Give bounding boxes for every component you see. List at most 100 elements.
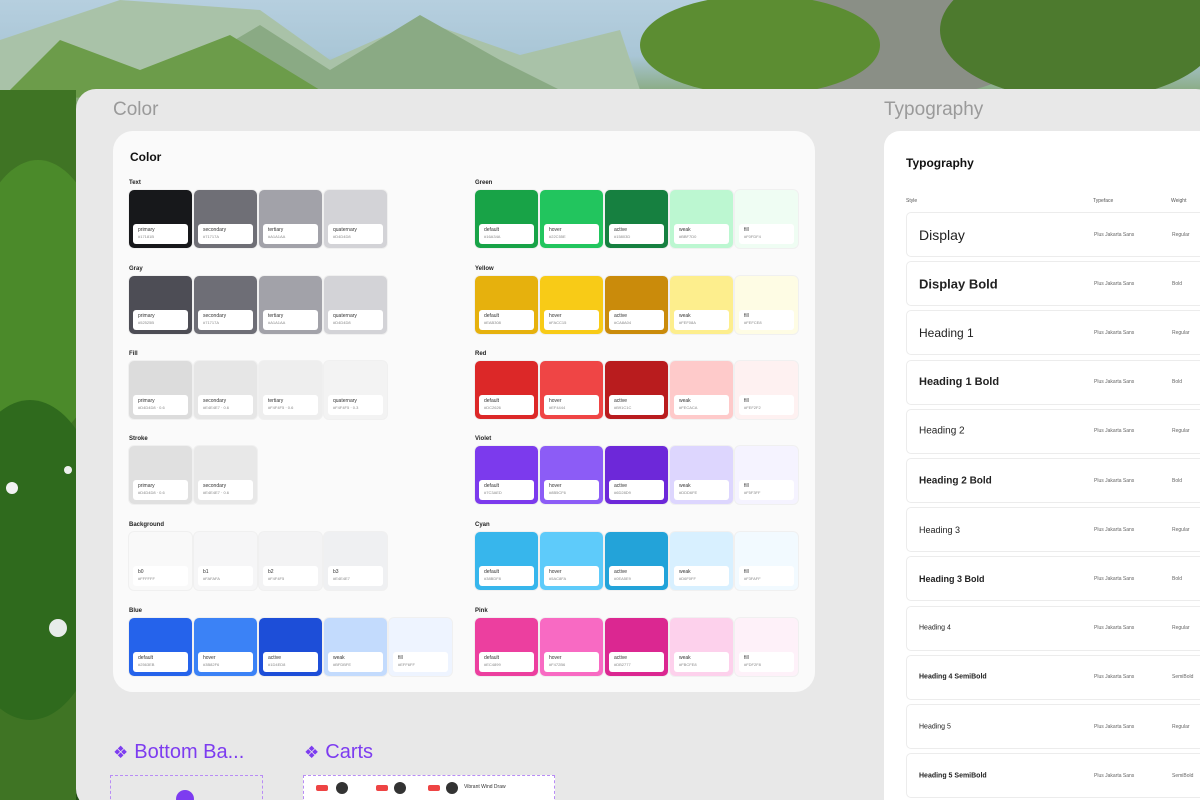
color-swatch[interactable]: fill #FEF2F2	[735, 361, 798, 419]
color-swatch[interactable]: weak #FEF08A	[670, 276, 733, 334]
color-swatch[interactable]: active #15803D	[605, 190, 668, 248]
color-swatch[interactable]: active #0EA5E9	[605, 532, 668, 590]
color-swatch[interactable]: hover #EF4444	[540, 361, 603, 419]
color-swatch[interactable]: secondary #71717A	[194, 276, 257, 334]
color-swatch[interactable]: hover #22C55E	[540, 190, 603, 248]
color-swatch[interactable]: fill #EFF6FF	[389, 618, 452, 676]
swatch-label-box: weak #BFDBFE	[328, 652, 383, 672]
color-swatch[interactable]: hover #3B82F6	[194, 618, 257, 676]
typography-row[interactable]: Display Plus Jakarta Sans Regular	[906, 212, 1200, 257]
color-swatch[interactable]: tertiary #F4F4F5 · 0.6	[259, 361, 322, 419]
color-swatch[interactable]: active #1D4ED8	[259, 618, 322, 676]
color-swatch[interactable]: active #B91C1C	[605, 361, 668, 419]
typography-row[interactable]: Heading 4 Plus Jakarta Sans Regular	[906, 605, 1200, 651]
swatch-label-box: fill #EFF6FF	[393, 652, 448, 672]
color-swatch[interactable]: weak #FECACA	[670, 361, 733, 419]
typography-row[interactable]: Heading 1 Bold Plus Jakarta Sans Bold	[906, 359, 1200, 405]
color-swatch[interactable]: secondary #E4E4E7 · 0.6	[194, 446, 257, 504]
color-swatch[interactable]: fill #F5F3FF	[735, 446, 798, 504]
color-swatch[interactable]: weak #D6F0FF	[670, 532, 733, 590]
typography-row[interactable]: Heading 2 Bold Plus Jakarta Sans Bold	[906, 458, 1200, 503]
swatch-label-box: secondary #71717A	[198, 224, 253, 244]
swatch-label-box: secondary #71717A	[198, 310, 253, 330]
color-swatch[interactable]: primary #D4D4D8 · 0.6	[129, 361, 192, 419]
swatch-name: b3	[333, 569, 339, 575]
color-swatch[interactable]: quaternary #F4F4F5 · 0.3	[324, 361, 387, 419]
typography-row[interactable]: Heading 4 SemiBold Plus Jakarta Sans SemiB…	[906, 654, 1200, 700]
swatch-label-box: fill #FEFCE8	[739, 310, 794, 330]
sale-badge	[316, 785, 328, 791]
color-swatch[interactable]: hover #8B5CF6	[540, 446, 603, 504]
color-swatch[interactable]: secondary #71717A	[194, 190, 257, 248]
color-swatch[interactable]: quaternary #D4D4D8	[324, 190, 387, 248]
sale-badge	[428, 785, 440, 791]
swatch-hex: #F0FDF4	[744, 234, 761, 239]
swatch-name: tertiary	[268, 227, 284, 233]
bottom-bar-center-button[interactable]	[176, 790, 194, 800]
swatch-hex: #E4E4E7 · 0.6	[203, 490, 230, 495]
color-swatch[interactable]: primary #52525B	[129, 276, 192, 334]
color-swatch[interactable]: weak #BBF7D0	[670, 190, 733, 248]
color-group-label: Green	[475, 180, 493, 186]
color-swatch[interactable]: fill #FDF2F8	[735, 618, 798, 676]
color-swatch[interactable]: primary #D4D4D8 · 0.6	[129, 446, 192, 504]
color-swatch[interactable]: active #CA8A04	[605, 276, 668, 334]
swatch-name: default	[484, 398, 500, 404]
color-swatch[interactable]: hover #F472B6	[540, 618, 603, 676]
swatch-hex: #E4E4E7 · 0.6	[203, 405, 230, 410]
color-swatch[interactable]: fill #FEFCE8	[735, 276, 798, 334]
color-swatch[interactable]: quaternary #D4D4D8	[324, 276, 387, 334]
color-swatch[interactable]: weak #FBCFE8	[670, 618, 733, 676]
typography-row[interactable]: Heading 1 Plus Jakarta Sans Regular	[906, 310, 1200, 356]
swatch-hex: #A1A1AA	[268, 234, 286, 239]
column-header-typeface: Typeface	[1093, 198, 1114, 204]
carts-component-title[interactable]: ❖ Carts	[304, 741, 373, 764]
type-weight: SemiBold	[1172, 674, 1194, 681]
type-weight: Regular	[1172, 625, 1190, 632]
swatch-label-box: b3 #E4E4E7	[328, 566, 383, 586]
color-swatch[interactable]: default #38BDF8	[475, 532, 538, 590]
swatch-hex: #16A34A	[484, 234, 501, 239]
typography-row[interactable]: Display Bold Plus Jakarta Sans Bold	[906, 261, 1200, 307]
color-swatch[interactable]: hover #FACC15	[540, 276, 603, 334]
swatch-label-box: tertiary #F4F4F5 · 0.6	[263, 395, 318, 415]
color-swatch[interactable]: b2 #F4F4F5	[259, 532, 322, 590]
typography-row[interactable]: Heading 3 Bold Plus Jakarta Sans Bold	[906, 556, 1200, 602]
type-weight: Bold	[1172, 379, 1183, 386]
color-swatch[interactable]: default #7C3AED	[475, 446, 538, 504]
color-swatch[interactable]: fill #F3FAFF	[735, 532, 798, 590]
typography-row[interactable]: Heading 3 Plus Jakarta Sans Regular	[906, 507, 1200, 553]
color-swatch[interactable]: primary #17181B	[129, 190, 192, 248]
typography-row[interactable]: Heading 2 Plus Jakarta Sans Regular	[906, 408, 1200, 454]
color-swatch[interactable]: b3 #E4E4E7	[324, 532, 387, 590]
color-swatch[interactable]: default #2563EB	[129, 618, 192, 676]
color-swatch[interactable]: weak #BFDBFE	[324, 618, 387, 676]
component-diamond-icon: ❖	[113, 743, 129, 762]
color-swatch[interactable]: tertiary #A1A1AA	[259, 276, 322, 334]
swatch-hex: #D4D4D8 · 0.6	[138, 490, 165, 495]
typography-row[interactable]: Heading 5 SemiBold Plus Jakarta Sans SemiB…	[906, 753, 1200, 799]
color-swatch[interactable]: active #DB2777	[605, 618, 668, 676]
color-swatch[interactable]: weak #DDD6FE	[670, 446, 733, 504]
carts-frame[interactable]: Vibrant Wind Draw	[303, 775, 555, 800]
color-swatch[interactable]: default #16A34A	[475, 190, 538, 248]
bottom-bar-frame[interactable]	[110, 775, 263, 800]
swatch-hex: #5AC8FA	[549, 576, 567, 581]
color-swatch[interactable]: hover #5AC8FA	[540, 532, 603, 590]
color-swatch[interactable]: secondary #E4E4E7 · 0.6	[194, 361, 257, 419]
type-style-name: Heading 3	[919, 524, 961, 535]
swatch-name: fill	[744, 569, 749, 575]
color-swatch[interactable]: default #EC4899	[475, 618, 538, 676]
color-swatch[interactable]: tertiary #A1A1AA	[259, 190, 322, 248]
color-swatch[interactable]: default #DC2626	[475, 361, 538, 419]
color-swatch[interactable]: fill #F0FDF4	[735, 190, 798, 248]
color-swatch[interactable]: b0 #FFFFFF	[129, 532, 192, 590]
type-weight: Bold	[1172, 477, 1183, 484]
color-swatch[interactable]: b1 #FAFAFA	[194, 532, 257, 590]
color-swatch[interactable]: active #6D28D9	[605, 446, 668, 504]
color-swatch[interactable]: default #EAB308	[475, 276, 538, 334]
typography-row[interactable]: Heading 5 Plus Jakarta Sans Regular	[906, 704, 1200, 749]
bottom-bar-component-title[interactable]: ❖ Bottom Ba...	[113, 741, 244, 764]
swatch-label-box: primary #D4D4D8 · 0.6	[133, 480, 188, 500]
swatch-name: quaternary	[333, 313, 357, 319]
